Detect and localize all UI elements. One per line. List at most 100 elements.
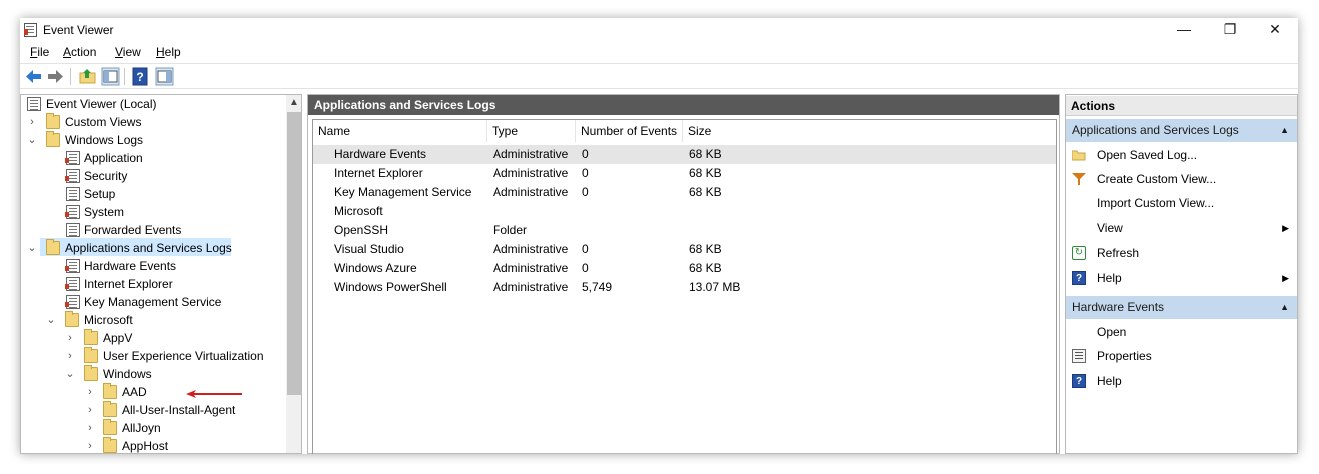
table-row[interactable]: OpenSSH Folder (313, 221, 1056, 240)
tree-item-all-user-install-agent[interactable]: › All-User-Install-Agent (21, 401, 281, 419)
toolbar-separator (70, 68, 71, 85)
tree-item-system[interactable]: System (21, 203, 281, 221)
tree-item-label: Internet Explorer (84, 277, 173, 291)
tree-item-event-viewer-local[interactable]: Event Viewer (Local) (21, 95, 281, 113)
scroll-up-icon[interactable]: ▲ (286, 95, 301, 111)
tree-item-apphost[interactable]: › AppHost (21, 437, 281, 453)
tree-item-key-management-service[interactable]: Key Management Service (21, 293, 281, 311)
tree-item-custom-views[interactable]: › Custom Views (21, 113, 281, 131)
action-open-saved-log[interactable]: Open Saved Log... (1066, 143, 1297, 167)
cell-events: 0 (582, 242, 589, 256)
up-folder-icon[interactable] (78, 67, 97, 86)
cell-events: 0 (582, 261, 589, 275)
table-row[interactable]: Key Management Service Administrative 0 … (313, 183, 1056, 202)
tree-item-label: AppV (103, 331, 133, 345)
menu-file[interactable]: File (30, 45, 49, 59)
tree-item-forwarded-events[interactable]: Forwarded Events (21, 221, 281, 239)
action-help[interactable]: ? Help ▶ (1066, 266, 1297, 290)
cell-name: Internet Explorer (334, 166, 423, 180)
chevron-down-icon[interactable]: ⌄ (65, 365, 75, 383)
event-viewer-icon (27, 97, 41, 111)
table-row[interactable]: Hardware Events Administrative 0 68 KB (313, 145, 1056, 164)
action-view[interactable]: View ▶ (1066, 216, 1297, 240)
show-hide-tree-icon[interactable] (101, 67, 120, 86)
actions-pane: Actions Applications and Services Logs ▲… (1065, 94, 1298, 454)
cell-name: Microsoft (334, 204, 383, 218)
action-label: Create Custom View... (1097, 172, 1217, 186)
cell-size: 68 KB (689, 261, 722, 275)
tree-item-alljoyn[interactable]: › AllJoyn (21, 419, 281, 437)
column-header-size[interactable]: Size (683, 120, 763, 142)
action-open[interactable]: Open (1066, 320, 1297, 344)
chevron-down-icon[interactable]: ⌄ (46, 311, 56, 329)
cell-events: 0 (582, 166, 589, 180)
tree-item-label: System (84, 205, 125, 219)
annotation-arrow-icon (186, 390, 242, 398)
chevron-right-icon[interactable]: › (85, 437, 95, 453)
tree-item-windows-logs[interactable]: ⌄ Windows Logs (21, 131, 281, 149)
chevron-down-icon[interactable]: ⌄ (27, 239, 37, 257)
tree-item-application[interactable]: Application (21, 149, 281, 167)
menu-action[interactable]: Action (63, 45, 96, 59)
tree-item-security[interactable]: Security (21, 167, 281, 185)
tree-item-label: Event Viewer (Local) (46, 97, 157, 111)
help-icon[interactable]: ? (131, 67, 150, 86)
scrollbar-thumb[interactable] (287, 112, 301, 395)
tree-item-applications-and-services-logs[interactable]: ⌄ Applications and Services Logs (21, 239, 281, 257)
actions-section-hardware-events[interactable]: Hardware Events ▲ (1066, 296, 1297, 319)
chevron-down-icon[interactable]: ⌄ (27, 131, 37, 149)
close-button[interactable]: ✕ (1252, 18, 1298, 42)
console-tree[interactable]: Event Viewer (Local) › Custom Views ⌄ Wi… (20, 94, 302, 454)
arrow-left-icon[interactable] (24, 67, 43, 86)
folder-icon (84, 347, 98, 363)
minimize-button[interactable]: — (1161, 18, 1207, 42)
action-properties[interactable]: Properties (1066, 344, 1297, 368)
action-help-hardware[interactable]: ? Help (1066, 369, 1297, 393)
chevron-right-icon[interactable]: › (27, 113, 37, 131)
tree-item-microsoft[interactable]: ⌄ Microsoft (21, 311, 281, 329)
tree-item-label: Windows (103, 367, 152, 381)
tree-item-internet-explorer[interactable]: Internet Explorer (21, 275, 281, 293)
cell-events: 0 (582, 185, 589, 199)
column-header-type[interactable]: Type (487, 120, 576, 142)
log-list[interactable]: Name Type Number of Events Size Hardware… (312, 119, 1057, 454)
show-hide-action-pane-icon[interactable] (155, 67, 174, 86)
table-row[interactable]: Windows Azure Administrative 0 68 KB (313, 259, 1056, 278)
tree-item-aad[interactable]: › AAD (21, 383, 281, 401)
tree-item-windows[interactable]: ⌄ Windows (21, 365, 281, 383)
event-viewer-window: Event Viewer — ❐ ✕ File Action View Help (20, 18, 1298, 454)
tree-item-hardware-events[interactable]: Hardware Events (21, 257, 281, 275)
menu-bar: File Action View Help (20, 42, 1298, 62)
event-log-icon (65, 277, 80, 291)
table-row[interactable]: Visual Studio Administrative 0 68 KB (313, 240, 1056, 259)
table-row[interactable]: Windows PowerShell Administrative 5,749 … (313, 278, 1056, 297)
action-refresh[interactable]: ↻ Refresh (1066, 241, 1297, 265)
tree-scrollbar[interactable]: ▲ (286, 95, 301, 453)
maximize-button[interactable]: ❐ (1207, 18, 1253, 42)
tree-item-user-experience-virtualization[interactable]: › User Experience Virtualization (21, 347, 281, 365)
menu-action-accel: A (63, 45, 72, 59)
table-row[interactable]: Microsoft (313, 202, 1056, 221)
column-header-number-of-events[interactable]: Number of Events (576, 120, 683, 142)
chevron-right-icon[interactable]: › (85, 419, 95, 437)
menu-view[interactable]: View (115, 45, 141, 59)
menu-help[interactable]: Help (156, 45, 181, 59)
chevron-right-icon[interactable]: › (65, 329, 75, 347)
tree-item-label: User Experience Virtualization (103, 349, 264, 363)
tree-item-label: AAD (122, 385, 147, 399)
arrow-right-icon[interactable] (46, 67, 65, 86)
table-row[interactable]: Internet Explorer Administrative 0 68 KB (313, 164, 1056, 183)
chevron-right-icon[interactable]: › (65, 347, 75, 365)
actions-section-applications-and-services-logs[interactable]: Applications and Services Logs ▲ (1066, 119, 1297, 142)
chevron-right-icon[interactable]: › (85, 401, 95, 419)
collapse-up-icon[interactable]: ▲ (1280, 296, 1289, 319)
collapse-up-icon[interactable]: ▲ (1280, 119, 1289, 142)
tree-item-setup[interactable]: Setup (21, 185, 281, 203)
chevron-right-icon[interactable]: › (85, 383, 95, 401)
tree-item-appv[interactable]: › AppV (21, 329, 281, 347)
column-header-name[interactable]: Name (313, 120, 487, 142)
toolbar: ? (20, 63, 1298, 89)
title-bar: Event Viewer — ❐ ✕ (20, 18, 1298, 42)
action-create-custom-view[interactable]: Create Custom View... (1066, 167, 1297, 191)
action-import-custom-view[interactable]: Import Custom View... (1066, 191, 1297, 215)
